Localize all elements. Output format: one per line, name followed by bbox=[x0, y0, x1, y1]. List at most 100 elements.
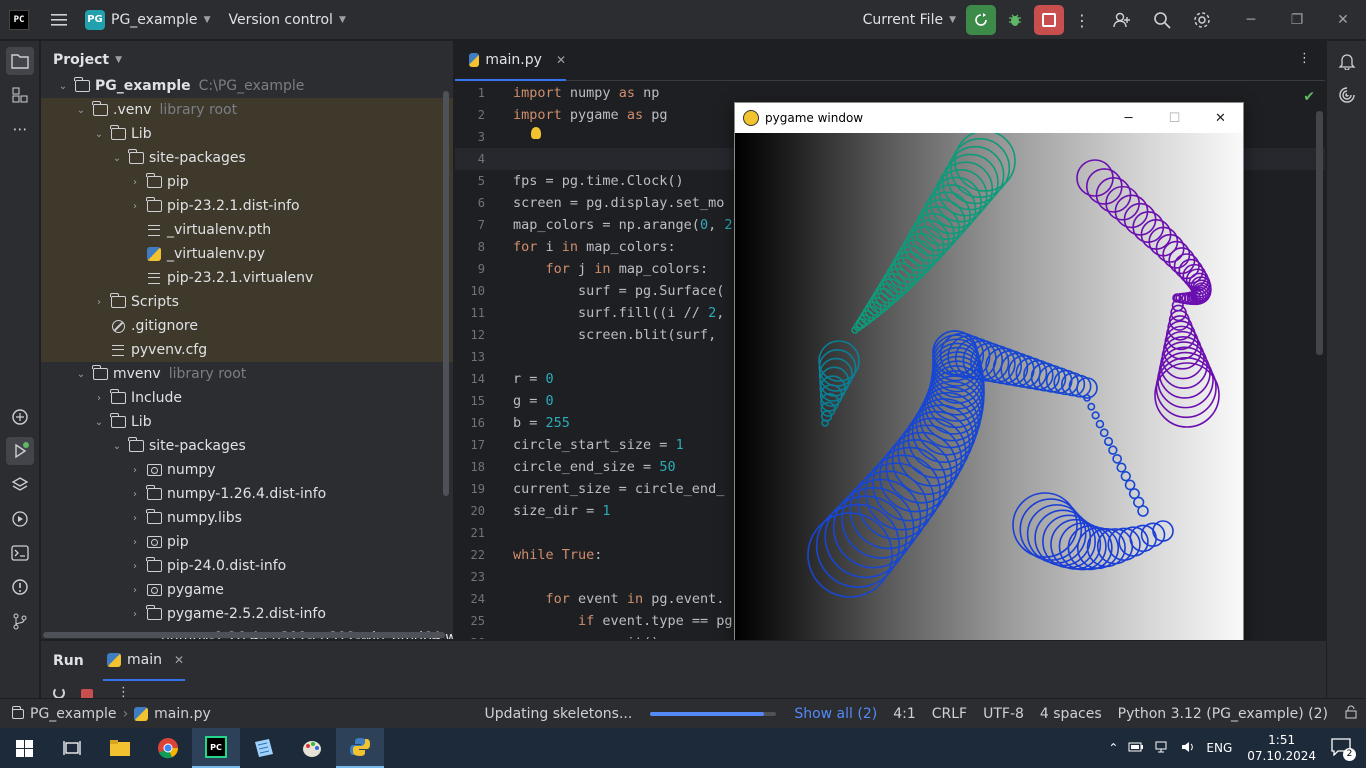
maximize-button[interactable]: ❐ bbox=[1274, 0, 1320, 40]
pygame-minimize-button[interactable]: ─ bbox=[1106, 103, 1151, 133]
tree-row-numpy-libs[interactable]: › numpy.libs bbox=[41, 506, 453, 530]
close-window-button[interactable]: ✕ bbox=[1320, 0, 1366, 40]
notification-center-icon[interactable]: 2 bbox=[1326, 737, 1356, 761]
lightbulb-icon[interactable] bbox=[531, 127, 541, 139]
background-task-label[interactable]: Updating skeletons... bbox=[477, 706, 641, 722]
tree-row-pyvenv-cfg[interactable]: pyvenv.cfg bbox=[41, 338, 453, 362]
tree-row-pip-dist-info[interactable]: › pip-24.0.dist-info bbox=[41, 554, 453, 578]
notifications-bell-icon[interactable] bbox=[1333, 47, 1361, 75]
line-separator[interactable]: CRLF bbox=[924, 706, 975, 722]
tree-row-virtualenv-pth[interactable]: _virtualenv.pth bbox=[41, 218, 453, 242]
chrome-icon[interactable] bbox=[144, 728, 192, 768]
structure-tool-icon[interactable] bbox=[6, 81, 34, 109]
tree-row-numpy-dist-info[interactable]: › numpy-1.26.4.dist-info bbox=[41, 482, 453, 506]
version-control-menu[interactable]: Version control ▼ bbox=[228, 12, 345, 28]
tree-row-venv[interactable]: ⌄ .venv library root bbox=[41, 98, 453, 122]
text-file-icon bbox=[148, 272, 160, 284]
tree-row-pip[interactable]: › pip bbox=[41, 170, 453, 194]
trail-circle bbox=[1103, 436, 1114, 447]
start-button[interactable] bbox=[0, 728, 48, 768]
code-text: if event.type == pg bbox=[578, 613, 733, 629]
search-icon[interactable] bbox=[1148, 6, 1176, 34]
pygame-canvas[interactable] bbox=[735, 133, 1243, 643]
project-selector[interactable]: PG PG_example ▼ bbox=[85, 9, 210, 30]
tree-row-numpy[interactable]: › numpy bbox=[41, 458, 453, 482]
minimize-button[interactable]: ─ bbox=[1228, 0, 1274, 40]
code-text: b = 255 bbox=[513, 415, 570, 431]
tree-row-project-root[interactable]: ⌄ PG_example C:\PG_example bbox=[41, 74, 453, 98]
tree-row-pip-dist-info[interactable]: › pip-23.2.1.dist-info bbox=[41, 194, 453, 218]
tab-main-py[interactable]: main.py ✕ bbox=[455, 41, 566, 81]
more-actions-icon[interactable]: ⋮ bbox=[1068, 6, 1096, 34]
close-tab-icon[interactable]: ✕ bbox=[556, 53, 566, 67]
breadcrumb-file[interactable]: main.py bbox=[154, 706, 211, 722]
tree-row-gitignore[interactable]: .gitignore bbox=[41, 314, 453, 338]
lock-icon[interactable] bbox=[1336, 705, 1366, 723]
tree-row-pygame[interactable]: › pygame bbox=[41, 578, 453, 602]
terminal-icon[interactable] bbox=[6, 539, 34, 567]
line-number: 22 bbox=[470, 548, 485, 562]
layers-icon[interactable] bbox=[6, 471, 34, 499]
pygame-window[interactable]: pygame window ─ ☐ ✕ bbox=[734, 102, 1244, 643]
file-encoding[interactable]: UTF-8 bbox=[975, 706, 1032, 722]
run-tab-main[interactable]: main ✕ bbox=[103, 641, 185, 681]
tree-row-virtualenv-py[interactable]: _virtualenv.py bbox=[41, 242, 453, 266]
indent-setting[interactable]: 4 spaces bbox=[1032, 706, 1110, 722]
caret-position[interactable]: 4:1 bbox=[885, 706, 924, 722]
python-interpreter[interactable]: Python 3.12 (PG_example) (2) bbox=[1110, 706, 1336, 722]
python-console-icon[interactable] bbox=[6, 403, 34, 431]
tree-row-pygame-dist-info[interactable]: › pygame-2.5.2.dist-info bbox=[41, 602, 453, 626]
tree-row-lib[interactable]: ⌄ Lib bbox=[41, 410, 453, 434]
editor-more-icon[interactable]: ⋮ bbox=[1298, 51, 1311, 66]
tree-row-site-packages[interactable]: ⌄ site-packages bbox=[41, 146, 453, 170]
run-tool-icon[interactable] bbox=[6, 437, 34, 465]
battery-icon[interactable] bbox=[1123, 741, 1149, 756]
project-horizontal-scrollbar[interactable] bbox=[43, 632, 445, 638]
close-tab-icon[interactable]: ✕ bbox=[174, 653, 184, 667]
problems-icon[interactable] bbox=[6, 573, 34, 601]
editor-scrollbar[interactable] bbox=[1316, 111, 1323, 355]
tree-row-include[interactable]: › Include bbox=[41, 386, 453, 410]
volume-icon[interactable] bbox=[1175, 740, 1201, 757]
project-tool-icon[interactable] bbox=[6, 47, 34, 75]
paint-icon[interactable] bbox=[288, 728, 336, 768]
add-user-icon[interactable] bbox=[1108, 6, 1136, 34]
tree-row-site-packages[interactable]: ⌄ site-packages bbox=[41, 434, 453, 458]
background-task-progress[interactable] bbox=[650, 712, 777, 716]
show-all-tasks-link[interactable]: Show all (2) bbox=[786, 706, 885, 722]
run-config-selector[interactable]: Current File ▼ bbox=[863, 12, 956, 28]
input-language[interactable]: ENG bbox=[1201, 741, 1237, 755]
clock[interactable]: 1:51 07.10.2024 bbox=[1247, 732, 1316, 764]
file-explorer-icon[interactable] bbox=[96, 728, 144, 768]
tree-row-lib[interactable]: ⌄ Lib bbox=[41, 122, 453, 146]
python-taskbar-icon[interactable] bbox=[336, 728, 384, 768]
tree-row-scripts[interactable]: › Scripts bbox=[41, 290, 453, 314]
breadcrumb-project[interactable]: PG_example bbox=[30, 706, 117, 722]
tree-row-pip-virtualenv[interactable]: pip-23.2.1.virtualenv bbox=[41, 266, 453, 290]
ai-assistant-icon[interactable] bbox=[1333, 81, 1361, 109]
stop-button[interactable] bbox=[1034, 5, 1064, 35]
pygame-titlebar[interactable]: pygame window ─ ☐ ✕ bbox=[735, 103, 1243, 133]
git-icon[interactable] bbox=[6, 607, 34, 635]
notepad-icon[interactable] bbox=[240, 728, 288, 768]
settings-gear-icon[interactable] bbox=[1188, 6, 1216, 34]
tree-row-mvenv[interactable]: ⌄ mvenv library root bbox=[41, 362, 453, 386]
no-problems-check-icon[interactable]: ✔ bbox=[1303, 89, 1315, 105]
pygame-close-button[interactable]: ✕ bbox=[1198, 103, 1243, 133]
task-view-icon[interactable] bbox=[48, 728, 96, 768]
main-menu-icon[interactable] bbox=[45, 6, 73, 34]
pycharm-taskbar-icon[interactable]: PC bbox=[192, 728, 240, 768]
debug-button[interactable] bbox=[1000, 5, 1030, 35]
trail-circle bbox=[832, 486, 915, 569]
project-vertical-scrollbar[interactable] bbox=[443, 91, 449, 496]
show-hidden-icons-icon[interactable]: ⌃ bbox=[1103, 741, 1123, 755]
pygame-maximize-button[interactable]: ☐ bbox=[1152, 103, 1197, 133]
rerun-button[interactable] bbox=[966, 5, 996, 35]
tree-row-pip[interactable]: › pip bbox=[41, 530, 453, 554]
more-tools-icon[interactable]: ⋯ bbox=[6, 115, 34, 143]
code-line[interactable]: 1 import numpy as np bbox=[455, 82, 1325, 104]
network-icon[interactable] bbox=[1149, 740, 1175, 757]
services-icon[interactable] bbox=[6, 505, 34, 533]
blue-lower-trail bbox=[1012, 492, 1174, 571]
line-number: 21 bbox=[470, 526, 485, 540]
